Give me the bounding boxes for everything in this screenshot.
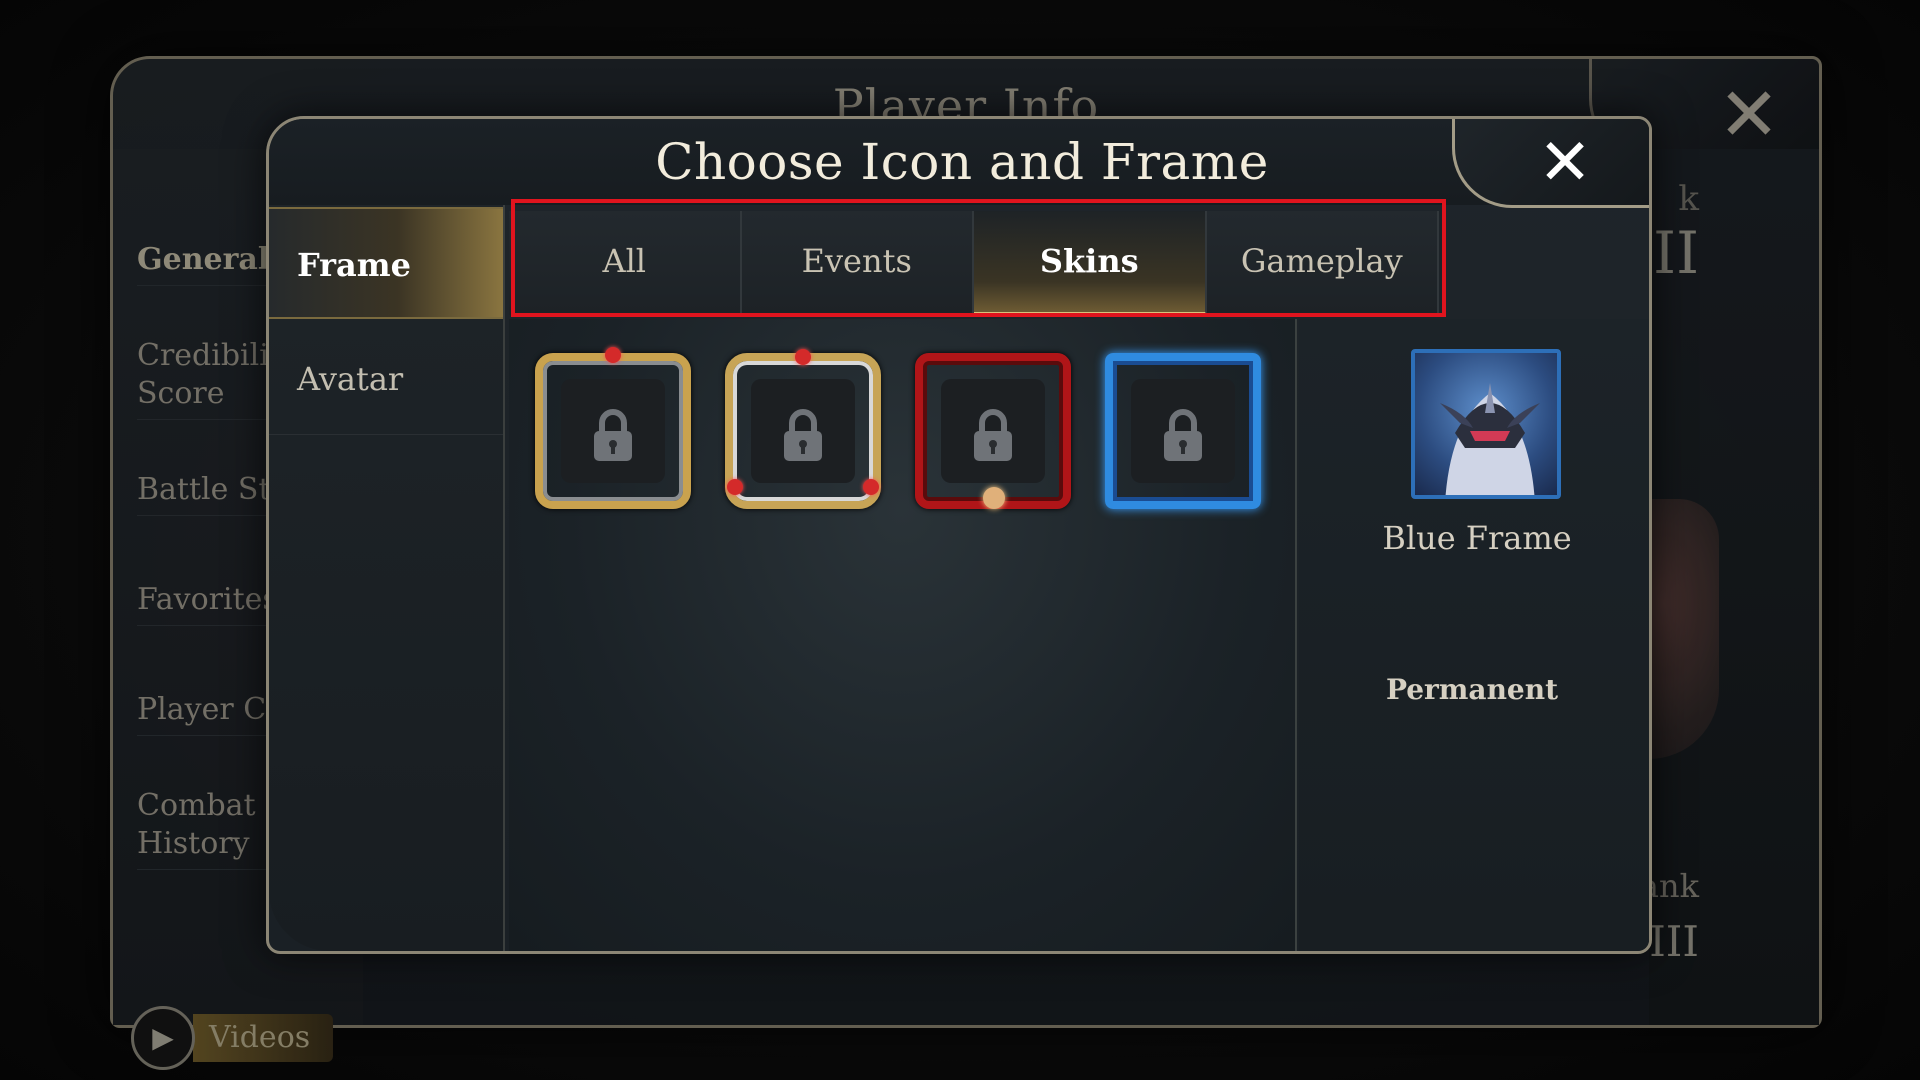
frame-item[interactable]	[535, 347, 691, 509]
frame-grid	[509, 319, 1297, 951]
choose-icon-frame-dialog: Choose Icon and Frame ✕ Frame Avatar All…	[266, 116, 1652, 954]
close-icon[interactable]: ✕	[1531, 129, 1599, 197]
lock-icon	[784, 409, 822, 461]
category-frame[interactable]: Frame	[269, 207, 503, 319]
frame-item[interactable]	[725, 349, 881, 509]
close-icon[interactable]: ✕	[1709, 75, 1789, 155]
preview-avatar	[1411, 349, 1561, 499]
videos-label: Videos	[193, 1014, 333, 1062]
dialog-title: Choose Icon and Frame	[655, 133, 1269, 191]
helmet-icon	[1440, 383, 1540, 495]
rank-label: k	[1678, 179, 1699, 219]
highest-rank-tier: III	[1649, 917, 1699, 966]
lock-icon	[594, 409, 632, 461]
play-icon: ▶	[131, 1006, 195, 1070]
lock-icon	[974, 409, 1012, 461]
preview-duration: Permanent	[1385, 673, 1559, 706]
category-avatar[interactable]: Avatar	[269, 323, 503, 435]
preview-frame-name: Blue Frame	[1382, 519, 1572, 557]
rank-tier: II	[1653, 219, 1699, 287]
frame-item[interactable]	[1105, 353, 1261, 509]
frame-item[interactable]	[915, 353, 1071, 509]
lock-icon	[1164, 409, 1202, 461]
category-menu: Frame Avatar	[269, 205, 505, 951]
videos-button[interactable]: Videos ▶	[131, 1006, 351, 1070]
tabs-highlight-box	[511, 199, 1446, 317]
frame-preview-panel: Blue Frame Permanent	[1299, 319, 1649, 951]
